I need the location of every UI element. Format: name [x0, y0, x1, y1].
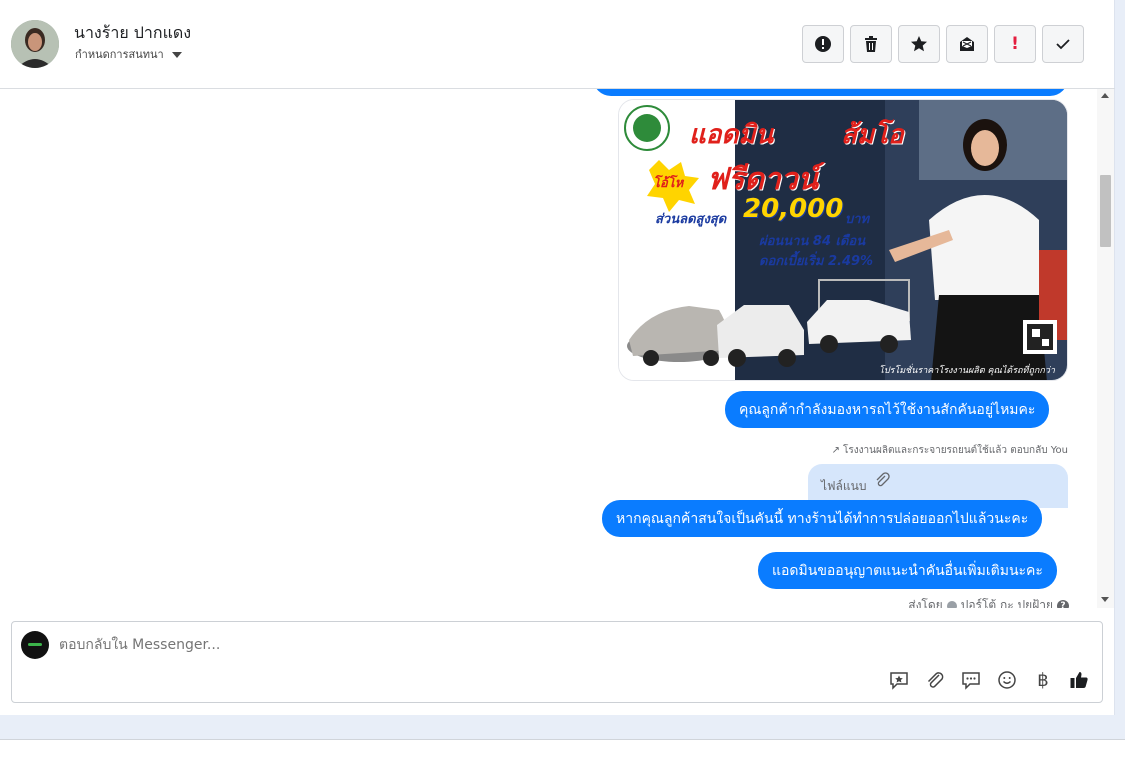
reply-input[interactable]: [59, 636, 859, 654]
sent-by-note: ส่งโดย ปอร์โต้ กะ ปยฝ้าย ?: [908, 596, 1069, 608]
promo-interest: ดอกเบี้ยเริ่ม 2.49%: [759, 254, 874, 269]
thread-scrollbar[interactable]: [1097, 89, 1114, 608]
paperclip-icon: [927, 672, 944, 688]
window-gutter: [1115, 0, 1125, 715]
assign-conversation-dropdown[interactable]: กำหนดการสนทนา: [75, 45, 182, 63]
message-bubble[interactable]: คุณลูกค้ากำลังมองหารถไว้ใช้งานสักคันอยู่…: [725, 391, 1050, 428]
scroll-up-icon[interactable]: [1101, 93, 1109, 98]
sender-avatar-icon: [946, 600, 957, 608]
message-bubble[interactable]: แอดมินขออนุญาตแนะนำคันอื่นเพิ่มเติมนะคะ: [758, 552, 1057, 589]
saved-reply-button[interactable]: [888, 669, 910, 691]
payment-button[interactable]: ฿: [1032, 669, 1054, 691]
quick-replies-button[interactable]: [960, 669, 982, 691]
help-icon[interactable]: ?: [1057, 599, 1069, 608]
caret-down-icon: [171, 51, 182, 58]
promo-image-attachment[interactable]: แอดมิน ส้มโอ โอ้โห ฟรีดาวน์ ส่วนลดสูงสุด…: [618, 99, 1068, 381]
emoji-button[interactable]: [996, 669, 1018, 691]
emoji-icon: [998, 671, 1016, 689]
conversation-panel: นางร้าย ปากแดง กำหนดการสนทนา ! แอดมิน ส้…: [0, 0, 1115, 715]
scroll-down-icon[interactable]: [1101, 597, 1109, 602]
envelope-icon: [960, 37, 974, 51]
saved-reply-icon: [890, 672, 908, 690]
like-button[interactable]: [1068, 669, 1090, 691]
star-icon: [911, 36, 927, 52]
reply-note-text: โรงงานผลิตและกระจายรถยนต์ใช้แล้ว ตอบกลับ…: [843, 445, 1068, 456]
trash-icon: [865, 36, 877, 52]
composer-tools: ฿: [888, 669, 1090, 691]
assign-label: กำหนดการสนทนา: [75, 48, 164, 61]
contact-name[interactable]: นางร้าย ปากแดง: [74, 21, 191, 46]
reply-composer: ฿: [11, 621, 1103, 703]
paperclip-icon: [874, 472, 890, 492]
attach-file-button[interactable]: [924, 669, 946, 691]
report-button[interactable]: [802, 25, 844, 63]
page-avatar: [21, 631, 49, 659]
mark-unread-button[interactable]: [946, 25, 988, 63]
promo-footer: โปรโมชั่นราคาโรงงานผลิต คุณได้รถที่ถูกกว…: [879, 366, 1055, 376]
attachment-label: ไฟล์แนบ: [821, 479, 867, 493]
alert-circle-icon: [815, 36, 831, 52]
check-icon: [1056, 39, 1070, 50]
messenger-window: นางร้าย ปากแดง กำหนดการสนทนา ! แอดมิน ส้…: [0, 0, 1125, 767]
reply-arrow-icon: ↗: [831, 445, 841, 456]
sent-by-name: ปอร์โต้ กะ ปยฝ้าย: [960, 598, 1053, 608]
mark-done-button[interactable]: [1042, 25, 1084, 63]
promo-installment: ผ่อนนาน 84 เดือน: [759, 234, 866, 249]
star-button[interactable]: [898, 25, 940, 63]
promo-badge: โอ้โห: [653, 176, 684, 191]
scroll-thumb[interactable]: [1100, 175, 1111, 247]
promo-discount-unit: บาท: [845, 212, 870, 227]
delete-button[interactable]: [850, 25, 892, 63]
chat-bubbles-icon: [962, 672, 980, 690]
conversation-header: นางร้าย ปากแดง กำหนดการสนทนา !: [0, 0, 1115, 89]
exclamation-icon: !: [1011, 34, 1019, 54]
reply-note: ↗ โรงงานผลิตและกระจายรถยนต์ใช้แล้ว ตอบกล…: [832, 443, 1068, 458]
conversation-toolbar: !: [802, 25, 1084, 63]
divider: [0, 739, 1125, 740]
promo-discount-label: ส่วนลดสูงสุด: [655, 212, 727, 227]
previous-message-bubble[interactable]: [593, 89, 1068, 96]
thumbs-up-icon: [1070, 672, 1088, 688]
message-bubble[interactable]: หากคุณลูกค้าสนใจเป็นคันนี้ ทางร้านได้ทำก…: [602, 500, 1043, 537]
baht-icon: ฿: [1037, 669, 1049, 691]
window-footer-strip: [0, 715, 1125, 739]
contact-avatar[interactable]: [11, 20, 59, 68]
message-thread: แอดมิน ส้มโอ โอ้โห ฟรีดาวน์ ส่วนลดสูงสุด…: [0, 89, 1115, 608]
sent-by-prefix: ส่งโดย: [908, 598, 943, 608]
follow-up-button[interactable]: !: [994, 25, 1036, 63]
promo-headline-2: ส้มโอ: [841, 120, 904, 150]
promo-headline-1: แอดมิน: [689, 120, 774, 150]
promo-discount-amount: 20,000: [743, 194, 844, 224]
